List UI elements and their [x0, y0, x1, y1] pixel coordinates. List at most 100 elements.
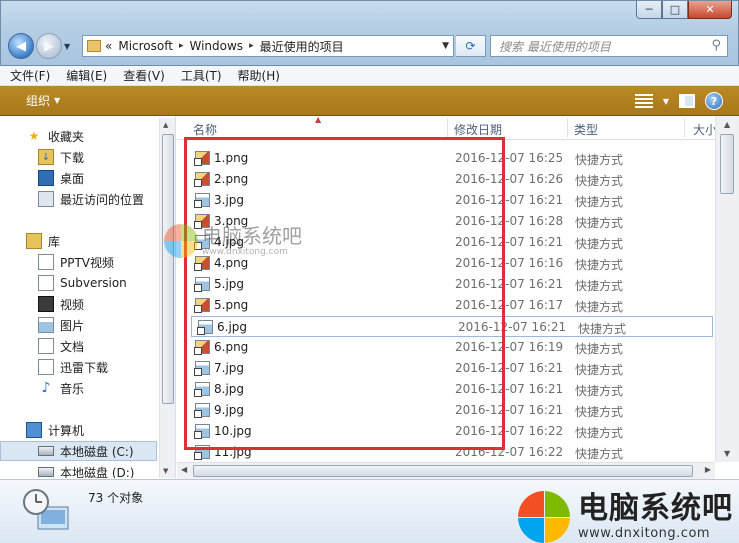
nav-item-drive-c[interactable]: 本地磁盘 (C:) [0, 441, 157, 461]
file-row[interactable]: 11.jpg 2016-12-07 16:22 快捷方式 [189, 442, 715, 462]
scroll-down-icon[interactable]: ▼ [724, 449, 730, 458]
recent-places-icon [38, 191, 54, 207]
nav-item-drive-d[interactable]: 本地磁盘 (D:) [38, 462, 134, 478]
column-type[interactable]: 类型 [574, 121, 598, 138]
png-shortcut-icon [194, 151, 210, 166]
navigation-pane-scrollbar[interactable]: ▲ ▼ [159, 118, 175, 478]
file-date: 2016-12-07 16:21 [455, 193, 564, 207]
menu-view[interactable]: 查看(V) [123, 67, 165, 84]
close-button[interactable]: ✕ [688, 1, 732, 19]
nav-item-label: 最近访问的位置 [60, 192, 145, 207]
nav-item-label: 音乐 [60, 381, 85, 396]
forward-button[interactable]: ▶ [36, 33, 62, 59]
file-row[interactable]: 8.jpg 2016-12-07 16:21 快捷方式 [189, 379, 715, 400]
scroll-right-icon[interactable]: ▶ [705, 465, 711, 474]
breadcrumb-recent-items[interactable]: 最近使用的项目 [260, 38, 344, 55]
scroll-up-icon[interactable]: ▲ [724, 120, 730, 129]
scroll-left-icon[interactable]: ◀ [181, 465, 187, 474]
nav-item-pptv[interactable]: PPTV视频 [38, 252, 114, 272]
menu-tools[interactable]: 工具(T) [181, 67, 222, 84]
navigation-buttons: ◀ ▶ ▼ [8, 33, 78, 59]
horizontal-scrollbar[interactable]: ◀ ▶ [177, 462, 715, 479]
file-list-scrollbar[interactable]: ▲ ▼ [715, 116, 739, 462]
scrollbar-thumb[interactable] [720, 134, 734, 194]
nav-item-music[interactable]: ♪ 音乐 [38, 378, 84, 398]
file-name: 5.png [214, 298, 249, 312]
help-button[interactable]: ? [705, 92, 723, 110]
address-dropdown-icon[interactable]: ▼ [442, 41, 449, 51]
view-options-dropdown-icon[interactable]: ▼ [663, 97, 669, 106]
file-row[interactable]: 5.png 2016-12-07 16:17 快捷方式 [189, 295, 715, 316]
scrollbar-thumb[interactable] [162, 134, 174, 404]
document-library-icon [38, 254, 54, 270]
file-date: 2016-12-07 16:21 [455, 361, 564, 375]
nav-computer[interactable]: 计算机 [26, 420, 84, 440]
menu-file[interactable]: 文件(F) [10, 67, 50, 84]
organize-button[interactable]: 组织 ▼ [26, 92, 60, 109]
file-row[interactable]: 5.jpg 2016-12-07 16:21 快捷方式 [189, 274, 715, 295]
nav-libraries[interactable]: 库 [26, 231, 60, 251]
column-date[interactable]: 修改日期 [454, 121, 502, 138]
column-divider[interactable] [684, 118, 685, 138]
file-row[interactable]: 1.png 2016-12-07 16:25 快捷方式 [189, 148, 715, 169]
recent-items-clock-icon [23, 489, 69, 530]
nav-item-recent-places[interactable]: 最近访问的位置 [38, 189, 144, 209]
file-row[interactable]: 6.png 2016-12-07 16:19 快捷方式 [189, 337, 715, 358]
nav-item-thunder-downloads[interactable]: 迅雷下载 [38, 357, 108, 377]
nav-item-label: 本地磁盘 (D:) [60, 465, 135, 479]
nav-item-pictures[interactable]: 图片 [38, 315, 84, 335]
file-name: 5.jpg [214, 277, 245, 291]
nav-favorites[interactable]: ★ 收藏夹 [26, 126, 84, 146]
nav-item-desktop[interactable]: 桌面 [38, 168, 84, 188]
preview-pane-icon[interactable] [679, 94, 695, 108]
jpg-shortcut-icon [197, 320, 213, 335]
jpg-shortcut-icon [194, 193, 210, 208]
address-overflow-chevron[interactable]: « [105, 39, 112, 53]
picture-library-icon [38, 317, 54, 333]
file-row[interactable]: 6.jpg 2016-12-07 16:21 快捷方式 [191, 316, 713, 337]
breadcrumb-separator-icon[interactable]: ▸ [249, 41, 254, 51]
refresh-button[interactable]: ⟳ [456, 35, 486, 57]
breadcrumb-windows[interactable]: Windows [189, 39, 243, 53]
column-size[interactable]: 大小 [693, 121, 717, 138]
star-icon: ★ [28, 129, 40, 143]
scroll-up-icon[interactable]: ▲ [163, 121, 168, 129]
file-date: 2016-12-07 16:22 [455, 445, 564, 459]
file-row[interactable]: 9.jpg 2016-12-07 16:21 快捷方式 [189, 400, 715, 421]
file-date: 2016-12-07 16:21 [455, 403, 564, 417]
breadcrumb-separator-icon[interactable]: ▸ [179, 41, 184, 51]
file-row[interactable]: 3.jpg 2016-12-07 16:21 快捷方式 [189, 190, 715, 211]
file-date: 2016-12-07 16:25 [455, 151, 564, 165]
search-input[interactable]: 搜索 最近使用的项目 ⚲ [490, 35, 728, 57]
change-view-icon[interactable] [634, 94, 653, 108]
hard-drive-icon [38, 446, 54, 456]
nav-item-downloads[interactable]: ↓ 下载 [38, 147, 84, 167]
address-bar[interactable]: « Microsoft ▸ Windows ▸ 最近使用的项目 ▼ [82, 35, 454, 57]
png-shortcut-icon [194, 256, 210, 271]
column-divider[interactable] [447, 118, 448, 138]
menu-help[interactable]: 帮助(H) [238, 67, 280, 84]
file-row[interactable]: 10.jpg 2016-12-07 16:22 快捷方式 [189, 421, 715, 442]
file-row[interactable]: 7.jpg 2016-12-07 16:21 快捷方式 [189, 358, 715, 379]
file-name: 1.png [214, 151, 249, 165]
nav-item-documents[interactable]: 文档 [38, 336, 84, 356]
file-row[interactable]: 2.png 2016-12-07 16:26 快捷方式 [189, 169, 715, 190]
nav-item-label: PPTV视频 [60, 255, 115, 270]
scrollbar-thumb[interactable] [193, 465, 693, 477]
jpg-shortcut-icon [194, 424, 210, 439]
nav-item-videos[interactable]: 视频 [38, 294, 84, 314]
file-name: 4.png [214, 256, 249, 270]
breadcrumb-microsoft[interactable]: Microsoft [118, 39, 173, 53]
file-name: 6.png [214, 340, 249, 354]
minimize-button[interactable]: ─ [636, 1, 662, 19]
recent-pages-dropdown[interactable]: ▼ [64, 42, 74, 51]
column-divider[interactable] [567, 118, 568, 138]
search-icon[interactable]: ⚲ [711, 38, 721, 53]
nav-item-subversion[interactable]: Subversion [38, 273, 127, 293]
column-name[interactable]: 名称 [193, 121, 217, 138]
back-button[interactable]: ◀ [8, 33, 34, 59]
menu-edit[interactable]: 编辑(E) [66, 67, 107, 84]
maximize-button[interactable]: □ [662, 1, 688, 19]
scroll-down-icon[interactable]: ▼ [163, 467, 168, 475]
file-type: 快捷方式 [575, 258, 624, 272]
